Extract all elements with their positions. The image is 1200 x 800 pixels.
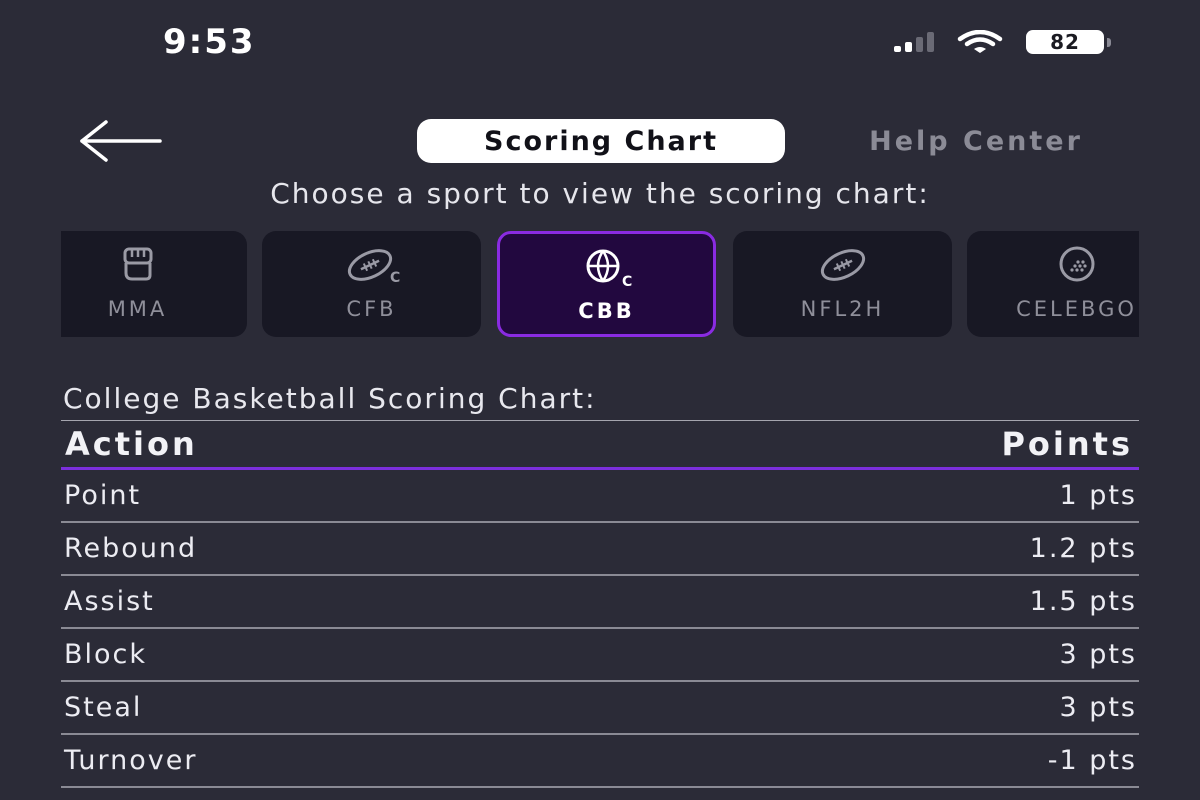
row-points: 1.2 pts	[1029, 533, 1137, 564]
status-time: 9:53	[163, 22, 256, 62]
sport-card-cfb[interactable]: C CFB	[262, 231, 481, 337]
sport-card-cbb[interactable]: C CBB	[497, 231, 716, 337]
row-points: -1 pts	[1047, 745, 1137, 776]
scoring-table: Action Points Point 1 pts Rebound 1.2 pt…	[61, 420, 1139, 788]
sport-label-mma: MMA	[107, 297, 168, 321]
column-header-points: Points	[1001, 425, 1133, 463]
row-points: 3 pts	[1059, 639, 1137, 670]
tab-help-center[interactable]: Help Center	[826, 119, 1126, 163]
sport-label-cbb: CBB	[578, 299, 635, 323]
back-button[interactable]	[76, 118, 166, 164]
mma-glove-icon	[123, 247, 152, 281]
college-football-icon: C	[347, 249, 400, 285]
row-action: Block	[64, 639, 148, 670]
golf-ball-icon	[1059, 246, 1094, 282]
sport-prompt: Choose a sport to view the scoring chart…	[270, 177, 930, 210]
arrow-left-icon	[80, 120, 162, 162]
tab-scoring-chart[interactable]: Scoring Chart	[417, 119, 785, 163]
sport-label-nfl2h: NFL2H	[800, 297, 885, 321]
row-points: 1 pts	[1059, 480, 1137, 511]
sport-label-celebgo: CELEBGO	[1016, 297, 1137, 321]
status-indicators: 82	[894, 30, 1111, 54]
row-points: 3 pts	[1059, 692, 1137, 723]
row-action: Assist	[64, 586, 155, 617]
row-action: Rebound	[64, 533, 198, 564]
table-row: Assist 1.5 pts	[61, 576, 1139, 629]
sport-card-mma[interactable]: MMA	[61, 231, 247, 337]
row-action: Turnover	[64, 745, 198, 776]
college-basketball-icon: C	[586, 249, 632, 288]
sport-card-celebgo[interactable]: CELEBGO	[967, 231, 1139, 337]
column-header-action: Action	[65, 425, 198, 463]
row-points: 1.5 pts	[1029, 586, 1137, 617]
table-row: Point 1 pts	[61, 470, 1139, 523]
chart-title: College Basketball Scoring Chart:	[63, 382, 597, 415]
battery-icon: 82	[1026, 30, 1111, 54]
football-icon	[820, 249, 865, 281]
cellular-signal-icon	[894, 32, 934, 52]
table-row: Steal 3 pts	[61, 682, 1139, 735]
sport-label-cfb: CFB	[346, 297, 397, 321]
row-action: Steal	[64, 692, 143, 723]
table-header: Action Points	[61, 420, 1139, 470]
wifi-icon	[957, 30, 1003, 53]
table-row: Block 3 pts	[61, 629, 1139, 682]
svg-text:C: C	[622, 274, 632, 288]
sport-selector[interactable]: MMA C CFB C CBB NFL2H CELEBGO	[61, 230, 1139, 340]
sport-card-nfl2h[interactable]: NFL2H	[733, 231, 952, 337]
table-row: Turnover -1 pts	[61, 735, 1139, 788]
svg-text:C: C	[390, 270, 400, 285]
scoring-chart-screen: 9:53 82 Scoring Chart Help Center Choose…	[0, 0, 1200, 800]
row-action: Point	[64, 480, 142, 511]
table-row: Rebound 1.2 pts	[61, 523, 1139, 576]
